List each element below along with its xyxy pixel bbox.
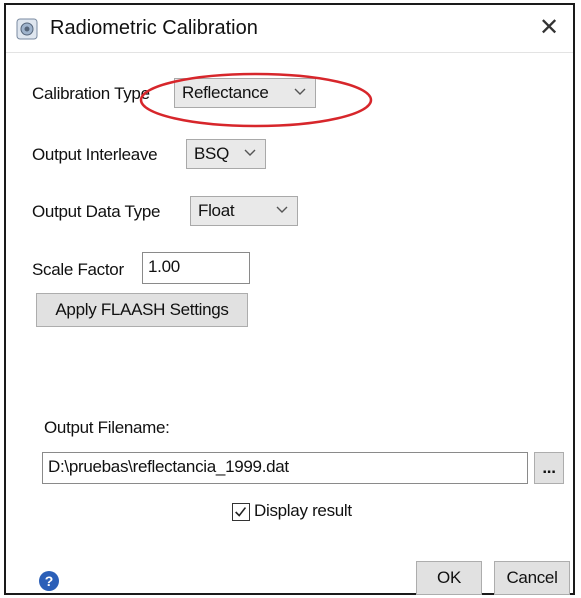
chevron-down-icon — [294, 88, 306, 95]
display-result-checkbox[interactable] — [232, 503, 250, 521]
calibration-type-label: Calibration Type — [32, 84, 150, 103]
app-icon — [16, 18, 38, 40]
chevron-down-icon — [276, 206, 288, 213]
close-button[interactable]: ✕ — [535, 13, 563, 43]
cancel-button[interactable]: Cancel — [494, 561, 570, 595]
output-data-type-label: Output Data Type — [32, 202, 161, 221]
calibration-type-value: Reflectance — [182, 83, 269, 102]
ok-button[interactable]: OK — [416, 561, 482, 595]
scale-factor-label: Scale Factor — [32, 260, 124, 279]
output-filename-label: Output Filename: — [44, 418, 170, 437]
browse-button[interactable]: ... — [534, 452, 564, 484]
radiometric-calibration-dialog: Radiometric Calibration ✕ Calibration Ty… — [4, 3, 575, 595]
output-interleave-value: BSQ — [194, 144, 230, 163]
help-button[interactable]: ? — [39, 571, 59, 591]
output-interleave-label: Output Interleave — [32, 145, 158, 164]
question-icon: ? — [44, 573, 54, 589]
display-result-label: Display result — [254, 501, 352, 520]
output-interleave-select[interactable]: BSQ — [186, 139, 266, 169]
apply-flaash-settings-button[interactable]: Apply FLAASH Settings — [36, 293, 248, 327]
output-filename-input[interactable]: D:\pruebas\reflectancia_1999.dat — [42, 452, 528, 484]
chevron-down-icon — [244, 149, 256, 156]
calibration-type-select[interactable]: Reflectance — [174, 78, 316, 108]
window-title: Radiometric Calibration — [50, 17, 258, 39]
check-icon — [235, 507, 247, 517]
close-icon: ✕ — [538, 14, 560, 41]
output-data-type-select[interactable]: Float — [190, 196, 298, 226]
output-data-type-value: Float — [198, 201, 235, 220]
scale-factor-input[interactable]: 1.00 — [142, 252, 250, 284]
title-bar: Radiometric Calibration ✕ — [6, 5, 573, 53]
